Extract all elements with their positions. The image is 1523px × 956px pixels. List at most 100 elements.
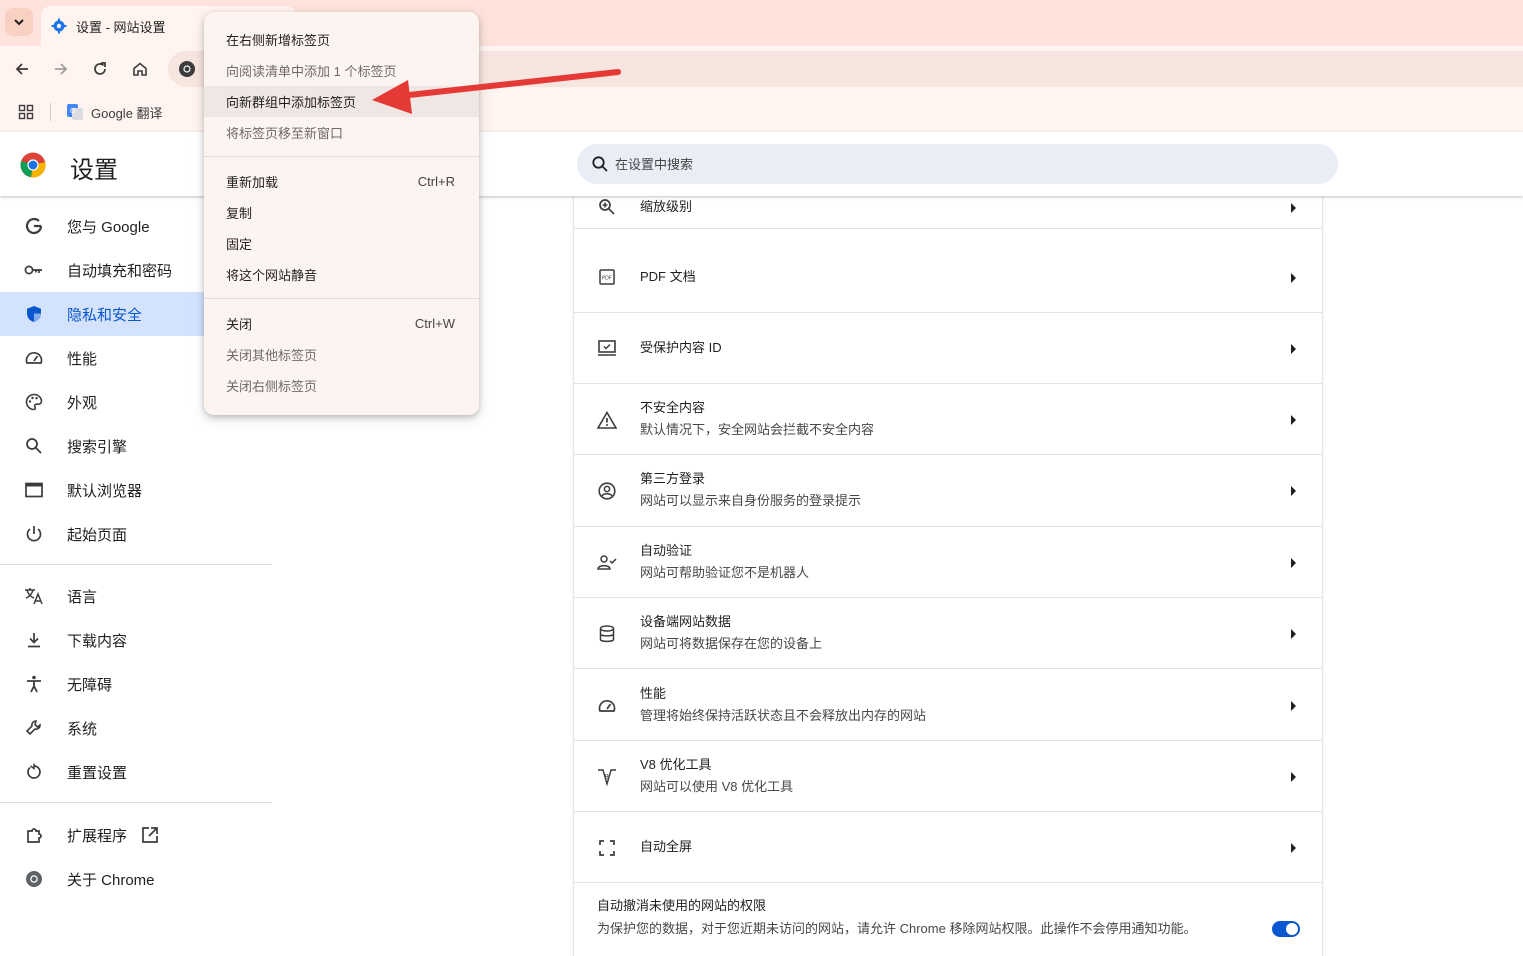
gear-icon <box>51 18 67 34</box>
menu-item-label: 将这个网站静音 <box>226 268 318 283</box>
menu-item-mute-site[interactable]: 将这个网站静音 <box>204 259 479 290</box>
reload-button[interactable] <box>86 55 114 83</box>
menu-item-add-to-new-group[interactable]: 向新群组中添加标签页 <box>204 86 479 117</box>
menu-item-label: 关闭其他标签页 <box>226 348 318 363</box>
settings-search[interactable] <box>577 144 1338 184</box>
row-auto-fullscreen[interactable]: 自动全屏 <box>574 812 1322 883</box>
chevron-right-icon <box>1291 629 1296 639</box>
menu-divider <box>204 156 479 157</box>
apps-grid-icon[interactable] <box>16 102 36 122</box>
menu-item-shortcut: Ctrl+W <box>414 316 455 331</box>
row-protected-content[interactable]: 受保护内容 ID <box>574 313 1322 384</box>
row-v8-optimizer[interactable]: 8 V8 优化工具 网站可以使用 V8 优化工具 <box>574 741 1322 812</box>
home-button[interactable] <box>126 55 154 83</box>
google-translate-icon: G <box>66 103 84 121</box>
sidebar-item-label: 关于 Chrome <box>67 871 155 889</box>
row-pdf-documents[interactable]: PDF PDF 文档 <box>574 242 1322 313</box>
row-description: 默认情况下，安全网站会拦截不安全内容 <box>640 422 875 437</box>
page-title: 设置 <box>70 157 118 184</box>
chrome-icon[interactable] <box>176 58 198 80</box>
chrome-logo-icon <box>20 152 46 178</box>
home-icon <box>133 62 147 76</box>
sidebar-item-label: 搜索引擎 <box>67 438 128 456</box>
v8-icon: 8 <box>597 767 617 787</box>
wrench-icon <box>24 718 44 738</box>
arrow-left-icon <box>15 63 28 75</box>
menu-item-new-tab-right[interactable]: 在右侧新增标签页 <box>204 24 479 55</box>
sidebar-item-search-engine[interactable]: 搜索引擎 <box>0 424 272 468</box>
row-insecure-content[interactable]: 不安全内容 默认情况下，安全网站会拦截不安全内容 <box>574 384 1322 455</box>
sidebar-item-on-startup[interactable]: 起始页面 <box>0 512 272 556</box>
sidebar-item-system[interactable]: 系统 <box>0 706 272 750</box>
chevron-right-icon <box>1291 843 1296 853</box>
row-performance[interactable]: 性能 管理将始终保持活跃状态且不会释放出内存的网站 <box>574 669 1322 741</box>
row-title: 性能 <box>640 686 667 701</box>
palette-icon <box>24 392 44 412</box>
menu-item-label: 复制 <box>226 206 253 221</box>
autorevoke-toggle[interactable] <box>1272 921 1300 937</box>
forward-button[interactable] <box>47 55 75 83</box>
puzzle-icon <box>24 825 44 845</box>
key-icon <box>24 260 44 280</box>
menu-item-reload[interactable]: 重新加载 Ctrl+R <box>204 166 479 197</box>
chevron-right-icon <box>1291 701 1296 711</box>
shield-icon <box>24 304 44 324</box>
row-description: 网站可帮助验证您不是机器人 <box>640 565 810 580</box>
row-on-device-site-data[interactable]: 设备端网站数据 网站可将数据保存在您的设备上 <box>574 598 1322 669</box>
sidebar-item-extensions[interactable]: 扩展程序 <box>0 813 272 857</box>
search-icon <box>24 436 44 456</box>
svg-text:G: G <box>70 107 75 115</box>
menu-item-label: 关闭右侧标签页 <box>226 379 318 394</box>
google-g-icon <box>24 216 44 236</box>
row-description: 网站可以使用 V8 优化工具 <box>640 779 794 794</box>
svg-text:8: 8 <box>605 773 609 781</box>
reset-icon <box>24 762 44 782</box>
speedometer-icon <box>597 696 617 716</box>
sidebar-item-label: 系统 <box>67 720 98 738</box>
tab-search-button[interactable] <box>5 8 33 36</box>
sidebar-item-label: 默认浏览器 <box>67 482 143 500</box>
search-input[interactable] <box>615 156 1295 172</box>
sidebar-item-reset[interactable]: 重置设置 <box>0 750 272 794</box>
sidebar-item-languages[interactable]: 语言 <box>0 574 272 618</box>
menu-item-close[interactable]: 关闭 Ctrl+W <box>204 308 479 339</box>
sidebar-item-accessibility[interactable]: 无障碍 <box>0 662 272 706</box>
bookmark-label: Google 翻译 <box>91 105 163 121</box>
person-check-icon <box>597 553 617 573</box>
menu-item-label: 固定 <box>226 237 253 252</box>
sidebar-item-label: 您与 Google <box>67 218 150 236</box>
sidebar-item-default-browser[interactable]: 默认浏览器 <box>0 468 272 512</box>
row-auto-verify[interactable]: 自动验证 网站可帮助验证您不是机器人 <box>574 527 1322 598</box>
bookmark-google-translate[interactable]: G Google 翻译 <box>66 101 163 123</box>
menu-item-shortcut: Ctrl+R <box>417 174 455 189</box>
sidebar-item-label: 下载内容 <box>67 632 128 650</box>
sidebar-item-label: 自动填充和密码 <box>67 262 173 280</box>
row-title: 设备端网站数据 <box>640 614 732 629</box>
sidebar-item-about-chrome[interactable]: 关于 Chrome <box>0 857 272 901</box>
translate-icon <box>24 586 44 606</box>
menu-item-pin[interactable]: 固定 <box>204 228 479 259</box>
sidebar-item-label: 重置设置 <box>67 764 128 782</box>
back-button[interactable] <box>8 55 36 83</box>
sidebar-item-label: 扩展程序 <box>67 827 128 845</box>
sidebar-divider <box>0 802 272 803</box>
sidebar-item-label: 隐私和安全 <box>67 306 143 324</box>
permission-description: 为保护您的数据，对于您近期未访问的网站，请允许 Chrome 移除网站权限。此操… <box>597 921 1197 936</box>
bookmarks-divider <box>50 103 51 121</box>
permission-title: 自动撤消未使用的网站的权限 <box>597 898 767 913</box>
sidebar-item-downloads[interactable]: 下载内容 <box>0 618 272 662</box>
menu-item-duplicate[interactable]: 复制 <box>204 197 479 228</box>
row-third-party-sign-in[interactable]: 第三方登录 网站可以显示来自身份服务的登录提示 <box>574 455 1322 527</box>
database-icon <box>597 624 617 644</box>
tab-title: 设置 - 网站设置 <box>76 19 166 35</box>
sidebar-divider <box>0 564 272 565</box>
protected-content-icon <box>597 338 617 358</box>
row-title: PDF 文档 <box>640 269 696 284</box>
menu-divider <box>204 298 479 299</box>
chevron-right-icon <box>1291 772 1296 782</box>
chevron-right-icon <box>1291 558 1296 568</box>
fullscreen-icon <box>597 838 617 858</box>
row-title: 不安全内容 <box>640 400 706 415</box>
sidebar-item-label: 无障碍 <box>67 676 113 694</box>
menu-item-move-to-new-window: 将标签页移至新窗口 <box>204 117 479 148</box>
